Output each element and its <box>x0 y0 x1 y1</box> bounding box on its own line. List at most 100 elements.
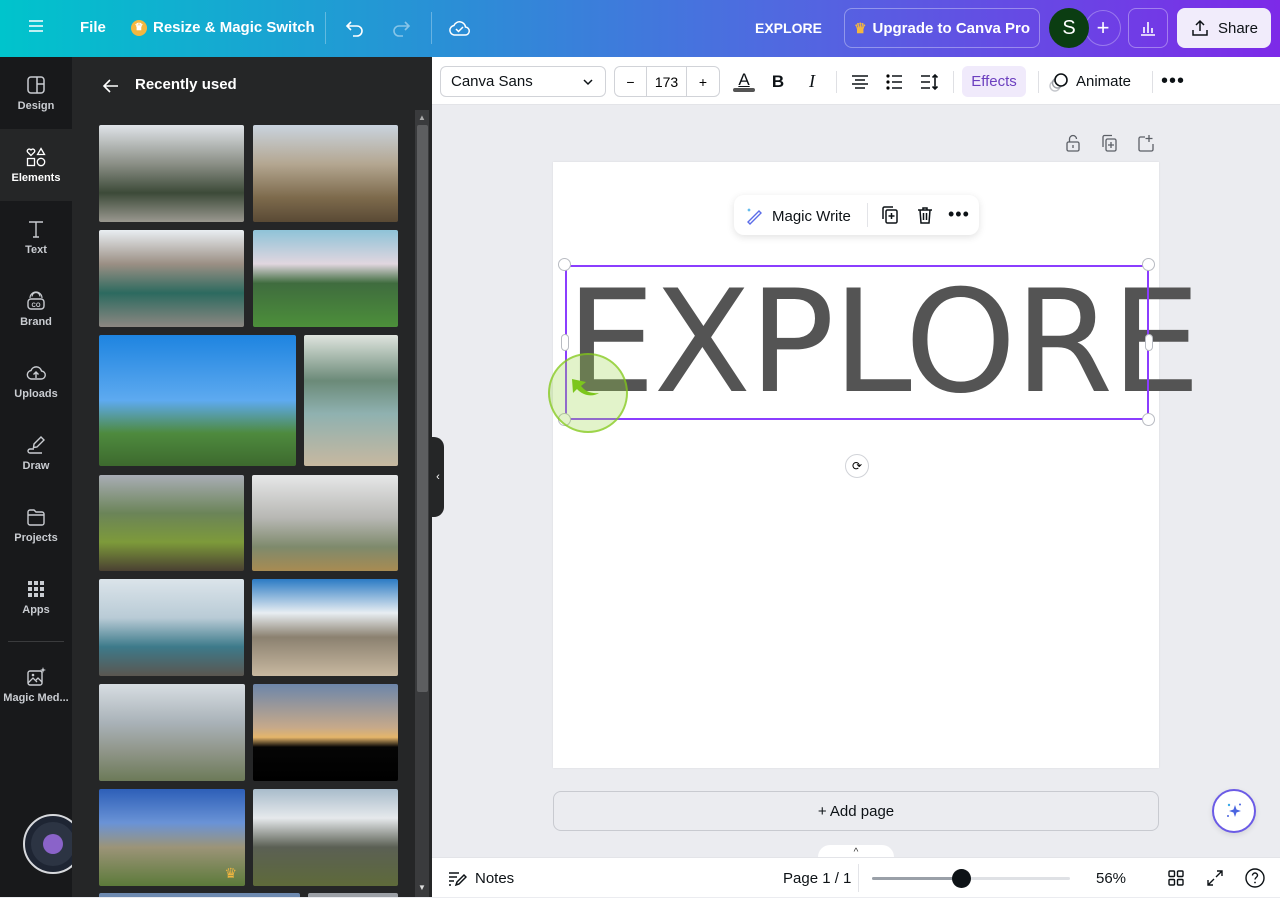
image-thumbnail[interactable] <box>253 125 398 222</box>
resize-handle-left[interactable] <box>561 334 569 351</box>
list-button[interactable] <box>882 66 906 97</box>
resize-magic-switch-button[interactable]: ♛ Resize & Magic Switch <box>131 19 315 36</box>
image-thumbnail[interactable] <box>99 579 244 676</box>
font-size-input[interactable]: 173 <box>647 67 687 96</box>
spacing-button[interactable] <box>917 66 941 97</box>
image-thumbnail[interactable] <box>253 789 398 886</box>
rail-label: Design <box>17 100 55 112</box>
sparkle-icon <box>1227 803 1241 817</box>
rail-item-uploads[interactable]: Uploads <box>0 345 72 417</box>
canva-assistant-button[interactable] <box>1212 789 1256 833</box>
text-color-button[interactable]: A <box>732 66 756 97</box>
rail-item-draw[interactable]: Draw <box>0 417 72 489</box>
rail-item-elements[interactable]: Elements <box>0 129 72 201</box>
rail-item-design[interactable]: Design <box>0 57 72 129</box>
scroll-down-arrow-icon[interactable]: ▼ <box>418 883 426 892</box>
decrease-font-size-button[interactable]: − <box>615 67 647 96</box>
panel-scrollbar-thumb[interactable] <box>417 125 428 692</box>
zoom-slider[interactable] <box>872 869 1070 888</box>
notes-button[interactable]: Notes <box>447 858 514 898</box>
crown-icon: ♛ <box>131 19 147 36</box>
resize-handle-right[interactable] <box>1145 334 1153 351</box>
zoom-level[interactable]: 56% <box>1096 858 1126 898</box>
notes-label: Notes <box>475 869 515 887</box>
trash-icon[interactable] <box>915 205 935 225</box>
image-thumbnail[interactable] <box>99 684 245 781</box>
rail-item-apps[interactable]: Apps <box>0 561 72 633</box>
divider <box>1152 71 1153 93</box>
draw-icon <box>27 436 45 454</box>
rail-item-projects[interactable]: Projects <box>0 489 72 561</box>
rail-label: Draw <box>22 460 50 472</box>
image-thumbnail[interactable] <box>308 893 398 897</box>
back-arrow-icon[interactable] <box>100 75 122 97</box>
animate-button[interactable]: Animate <box>1048 66 1131 97</box>
rail-item-text[interactable]: Text <box>0 201 72 273</box>
expand-icon <box>1207 870 1223 886</box>
rail-item-magic-media[interactable]: Magic Med... <box>0 649 72 721</box>
align-center-button[interactable] <box>848 66 872 97</box>
resize-handle-top-left[interactable] <box>558 258 571 271</box>
image-thumbnail[interactable]: ♛ <box>99 789 245 886</box>
invite-button[interactable]: + <box>1085 10 1121 46</box>
main-menu-button[interactable] <box>26 16 46 36</box>
cloud-check-icon <box>449 21 470 36</box>
page-indicator[interactable]: Page 1 / 1 <box>783 858 851 898</box>
share-button[interactable]: Share <box>1177 8 1271 48</box>
design-title[interactable]: EXPLORE <box>755 20 822 36</box>
image-thumbnail[interactable] <box>99 475 244 571</box>
duplicate-element-icon[interactable] <box>880 205 900 225</box>
magic-media-icon <box>27 667 46 686</box>
image-thumbnail[interactable] <box>99 335 296 466</box>
magic-write-button[interactable]: Magic Write <box>744 205 851 227</box>
upgrade-button[interactable]: ♛ Upgrade to Canva Pro <box>844 8 1040 48</box>
layout-icon <box>27 76 45 94</box>
image-thumbnail[interactable] <box>99 893 300 897</box>
save-status-button[interactable] <box>447 16 471 40</box>
image-thumbnail[interactable] <box>252 579 398 676</box>
font-family-value: Canva Sans <box>451 73 533 90</box>
more-options-button[interactable]: ••• <box>1161 66 1184 97</box>
panel-header: Recently used <box>72 57 432 113</box>
add-page-icon[interactable] <box>1136 134 1154 152</box>
increase-font-size-button[interactable]: + <box>687 67 719 96</box>
file-menu[interactable]: File <box>80 19 106 36</box>
text-color-icon: A <box>738 70 750 89</box>
insights-button[interactable] <box>1128 8 1168 48</box>
avatar[interactable]: S <box>1049 8 1089 48</box>
crown-icon: ♛ <box>853 19 867 36</box>
font-family-select[interactable]: Canva Sans <box>440 66 606 97</box>
brand-icon: CO <box>27 291 45 310</box>
image-thumbnail[interactable] <box>253 230 398 327</box>
line-spacing-icon <box>921 73 939 90</box>
lock-icon[interactable] <box>1064 134 1082 152</box>
italic-button[interactable]: I <box>802 66 822 97</box>
duplicate-page-icon[interactable] <box>1100 134 1118 152</box>
rail-label: Apps <box>22 604 50 616</box>
rail-item-brand[interactable]: CO Brand <box>0 273 72 345</box>
rotate-handle[interactable]: ⟳ <box>845 454 869 478</box>
scroll-up-arrow-icon[interactable]: ▲ <box>418 113 426 122</box>
image-thumbnail[interactable] <box>99 230 244 327</box>
image-thumbnail[interactable] <box>253 684 398 781</box>
fullscreen-button[interactable] <box>1206 858 1224 898</box>
click-indicator <box>548 353 628 433</box>
more-horizontal-icon[interactable]: ••• <box>948 204 970 225</box>
image-thumbnail[interactable] <box>304 335 398 466</box>
grid-view-button[interactable] <box>1167 858 1185 898</box>
help-button[interactable] <box>1244 858 1266 898</box>
collapse-panel-button[interactable]: ‹ <box>432 437 444 517</box>
redo-button[interactable] <box>390 17 412 39</box>
animate-label: Animate <box>1076 73 1132 90</box>
resize-handle-top-right[interactable] <box>1142 258 1155 271</box>
effects-button[interactable]: Effects <box>962 66 1026 97</box>
add-page-button[interactable]: + Add page <box>553 791 1159 831</box>
image-thumbnail[interactable] <box>252 475 398 571</box>
zoom-slider-knob[interactable] <box>952 869 972 888</box>
align-center-icon <box>852 74 868 89</box>
image-thumbnail[interactable] <box>99 125 244 222</box>
bold-button[interactable]: B <box>768 66 788 97</box>
resize-handle-bottom-right[interactable] <box>1142 413 1155 426</box>
undo-button[interactable] <box>344 17 366 39</box>
notes-icon <box>449 872 467 887</box>
